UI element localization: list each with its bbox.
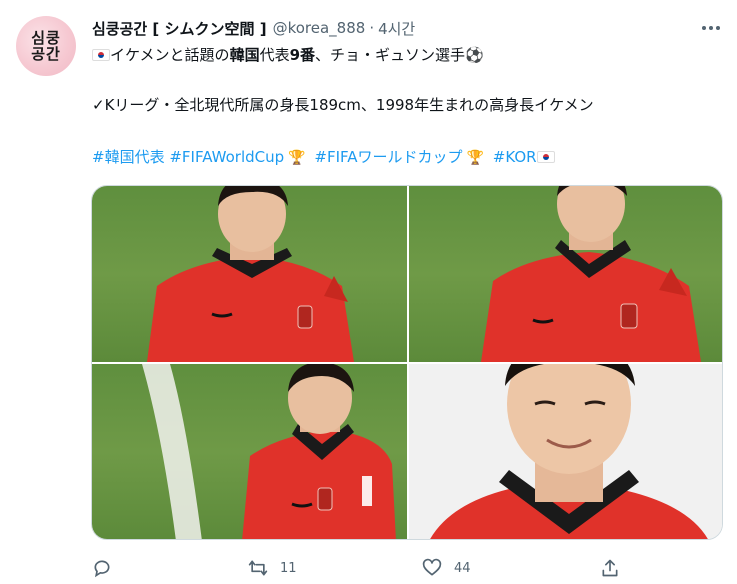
tweet-card[interactable]: 심쿵 공간 심쿵공간 [ シムクン空間 ] @korea_888 · 4시간 イ…	[0, 0, 737, 584]
tweet-text-1b: 代表	[259, 46, 290, 64]
author-handle[interactable]: @korea_888	[273, 19, 366, 37]
hashtag-kor[interactable]: #KOR	[493, 148, 537, 166]
like-count: 44	[454, 560, 471, 576]
tweet-line-2: ✓Kリーグ・全北現代所属の身長189cm、1998年生まれの高身長イケメン	[92, 94, 594, 116]
tweet-header: 심쿵공간 [ シムクン空間 ] @korea_888 · 4시간	[92, 17, 415, 39]
tweet-text-2: Kリーグ・全北現代所属の身長189cm、1998年生まれの高身長イケメン	[104, 96, 594, 114]
hashtag-fifa-jp[interactable]: #FIFAワールドカップ	[314, 148, 462, 166]
reply-icon	[94, 560, 110, 578]
retweet-count: 11	[280, 560, 297, 576]
share-icon	[602, 559, 618, 577]
reply-button[interactable]	[92, 556, 124, 580]
share-button[interactable]	[600, 556, 620, 580]
photo-2[interactable]	[409, 186, 722, 362]
hashtag-fifa-worldcup[interactable]: #FIFAWorldCup	[169, 148, 284, 166]
trophy-icon: 🏆	[466, 150, 484, 166]
photo-3[interactable]	[92, 364, 407, 539]
avatar-text-top: 심쿵	[31, 29, 61, 47]
trophy-icon: 🏆	[288, 150, 306, 166]
check-mark: ✓	[92, 96, 105, 114]
tweet-line-1: イケメンと話題の韓国代表9番、チョ・ギュソン選手⚽	[92, 44, 484, 66]
korea-flag-icon	[92, 49, 110, 61]
like-button[interactable]: 44	[422, 556, 471, 580]
tweet-actions: 11 44	[92, 556, 622, 580]
tweet-text-1c: 、チョ・ギュソン選手	[315, 46, 466, 64]
like-icon	[422, 558, 442, 576]
avatar-text-bottom: 공간	[31, 45, 61, 63]
korea-flag-icon	[536, 151, 555, 163]
separator-dot: ·	[369, 19, 375, 37]
author-name[interactable]: 심쿵공간 [ シムクン空間 ]	[92, 18, 267, 39]
avatar[interactable]: 심쿵 공간	[16, 16, 76, 76]
retweet-button[interactable]: 11	[248, 556, 297, 580]
media-grid	[91, 185, 723, 540]
tweet-text-1-bold2: 9番	[289, 46, 316, 64]
more-icon[interactable]	[701, 18, 721, 38]
photo-1[interactable]	[92, 186, 407, 362]
soccer-ball-icon: ⚽	[465, 46, 484, 64]
photo-4[interactable]	[409, 364, 722, 539]
hashtag-korea-team[interactable]: #韓国代表	[92, 148, 165, 166]
tweet-text-1-bold: 韓国	[229, 46, 260, 64]
timestamp[interactable]: 4시간	[378, 18, 415, 39]
hashtag-line: #韓国代表 #FIFAWorldCup 🏆 #FIFAワールドカップ 🏆 #KOR	[92, 146, 555, 169]
retweet-icon	[248, 560, 268, 576]
tweet-text-1a: イケメンと話題の	[110, 46, 230, 64]
